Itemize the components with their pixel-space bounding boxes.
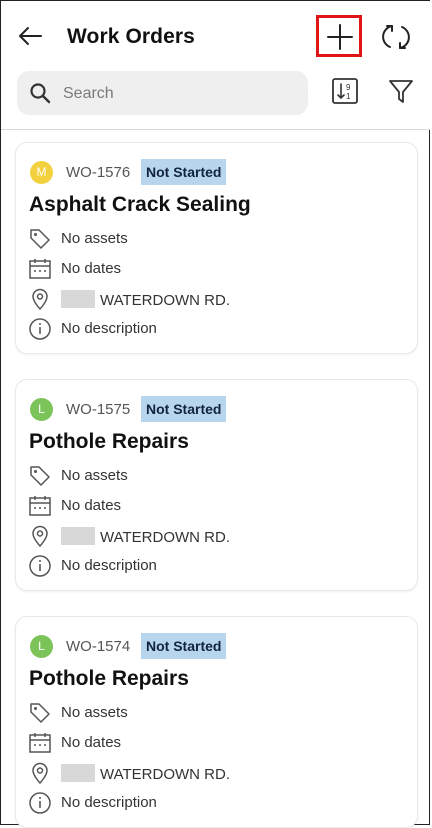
dates-row: No dates (28, 257, 408, 281)
filter-button[interactable] (387, 77, 415, 105)
work-order-id: WO-1574 (66, 638, 131, 655)
info-icon (29, 792, 51, 814)
work-order-title: Pothole Repairs (29, 667, 189, 690)
assets-row: No assets (28, 464, 408, 488)
redacted-address-number (61, 290, 95, 308)
dates-label: No dates (61, 734, 122, 751)
location-label: WATERDOWN RD. (100, 529, 230, 546)
tag-icon (30, 703, 50, 723)
work-order-card[interactable]: L WO-1574 Not Started Pothole Repairs No… (15, 616, 418, 828)
back-arrow-icon (19, 27, 42, 45)
calendar-icon (29, 733, 51, 753)
redacted-address-number (61, 764, 95, 782)
description-label: No description (61, 557, 157, 574)
location-pin-icon (32, 525, 48, 548)
svg-text:9: 9 (346, 83, 351, 92)
assets-label: No assets (61, 230, 128, 247)
dates-row: No dates (28, 731, 408, 755)
search-placeholder: Search (63, 85, 114, 102)
work-order-title: Pothole Repairs (29, 430, 189, 453)
description-row: No description (28, 554, 408, 578)
assets-row: No assets (28, 227, 408, 251)
svg-text:1: 1 (346, 92, 351, 101)
status-badge: Not Started (141, 159, 227, 185)
location-row: WATERDOWN RD. (28, 524, 408, 548)
description-row: No description (28, 317, 408, 341)
location-pin-icon (32, 762, 48, 785)
status-badge: Not Started (141, 633, 227, 659)
tag-icon (30, 229, 50, 249)
dates-label: No dates (61, 260, 122, 277)
assets-label: No assets (61, 467, 128, 484)
dates-row: No dates (28, 494, 408, 518)
status-badge: Not Started (141, 396, 227, 422)
app-header: Work Orders Search 9 1 (1, 1, 430, 130)
plus-icon (327, 24, 353, 50)
description-label: No description (61, 794, 157, 811)
sync-icon (382, 25, 410, 49)
assets-row: No assets (28, 701, 408, 725)
info-icon (29, 555, 51, 577)
calendar-icon (29, 259, 51, 279)
sync-button[interactable] (379, 20, 413, 54)
sort-button[interactable]: 9 1 (331, 77, 359, 105)
location-row: WATERDOWN RD. (28, 761, 408, 785)
calendar-icon (29, 496, 51, 516)
work-order-id: WO-1576 (66, 164, 131, 181)
work-order-title: Asphalt Crack Sealing (29, 193, 251, 216)
filter-icon (389, 80, 413, 103)
description-row: No description (28, 791, 408, 815)
search-icon (30, 83, 51, 104)
avatar: M (30, 161, 53, 184)
page-title: Work Orders (67, 25, 195, 48)
tag-icon (30, 466, 50, 486)
avatar: L (30, 635, 53, 658)
work-order-card[interactable]: M WO-1576 Not Started Asphalt Crack Seal… (15, 142, 418, 354)
location-label: WATERDOWN RD. (100, 292, 230, 309)
avatar: L (30, 398, 53, 421)
description-label: No description (61, 320, 157, 337)
redacted-address-number (61, 527, 95, 545)
work-order-id: WO-1575 (66, 401, 131, 418)
sort-icon: 9 1 (332, 78, 358, 104)
work-order-card[interactable]: L WO-1575 Not Started Pothole Repairs No… (15, 379, 418, 591)
add-work-order-button[interactable] (316, 15, 362, 57)
assets-label: No assets (61, 704, 128, 721)
back-button[interactable] (15, 21, 45, 51)
location-row: WATERDOWN RD. (28, 287, 408, 311)
info-icon (29, 318, 51, 340)
search-input[interactable]: Search (17, 71, 308, 115)
location-label: WATERDOWN RD. (100, 766, 230, 783)
dates-label: No dates (61, 497, 122, 514)
location-pin-icon (32, 288, 48, 311)
